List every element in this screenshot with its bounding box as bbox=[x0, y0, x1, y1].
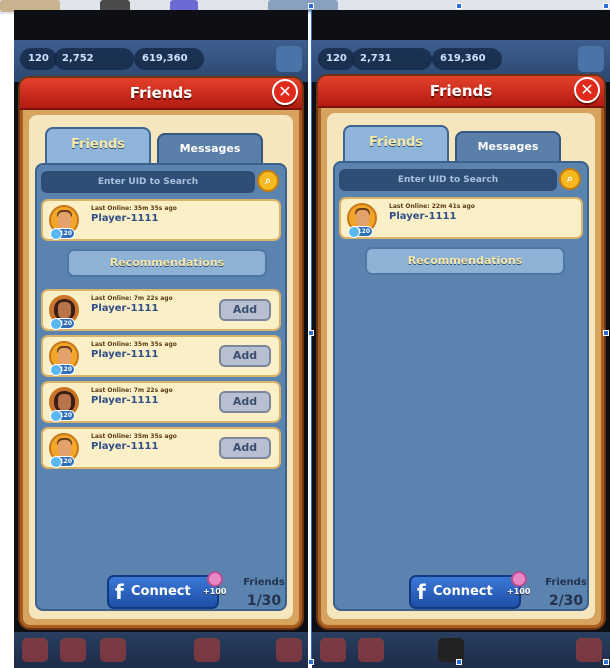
dialog-body: Friends Messages Enter UID to Search ⌕ 1… bbox=[29, 115, 293, 619]
level-pill: 120 bbox=[20, 48, 57, 70]
facebook-icon: f bbox=[417, 580, 426, 604]
player-name: Player-1111 bbox=[91, 349, 159, 360]
dialog-title: Friends bbox=[429, 82, 493, 100]
player-name: Player-1111 bbox=[91, 441, 159, 452]
friends-dialog: Friends ✕ Friends Messages Enter UID to … bbox=[318, 76, 604, 628]
resize-handle[interactable] bbox=[603, 330, 609, 336]
friends-count-label: Friends bbox=[545, 577, 587, 588]
add-friend-button[interactable]: Add bbox=[219, 299, 271, 321]
player-name: Player-1111 bbox=[91, 395, 159, 406]
friends-panel: Enter UID to Search ⌕ 120 Last Online: 3… bbox=[35, 163, 287, 611]
friends-panel: Enter UID to Search ⌕ 120 Last Online: 2… bbox=[333, 161, 589, 611]
tab-friends[interactable]: Friends bbox=[45, 127, 151, 163]
potion-icon bbox=[207, 571, 223, 587]
gems-pill: 2,752 bbox=[54, 48, 134, 70]
friends-count-label: Friends bbox=[243, 577, 285, 588]
gems-pill: 2,731 bbox=[352, 48, 432, 70]
resize-handle[interactable] bbox=[308, 659, 314, 665]
friends-dialog: Friends ✕ Friends Messages Enter UID to … bbox=[20, 78, 302, 628]
tab-friends[interactable]: Friends bbox=[343, 125, 449, 161]
dialog-body: Friends Messages Enter UID to Search ⌕ 1… bbox=[327, 113, 595, 619]
tab-messages[interactable]: Messages bbox=[455, 131, 561, 161]
screenshot-left: 120 2,752 619,360 Friends ✕ Friends Mess… bbox=[14, 10, 308, 668]
player-name: Player-1111 bbox=[91, 213, 159, 224]
resize-handle[interactable] bbox=[456, 659, 462, 665]
level-badge: 120 bbox=[50, 364, 75, 376]
search-icon[interactable]: ⌕ bbox=[257, 170, 279, 192]
dialog-title: Friends bbox=[129, 84, 193, 102]
close-icon[interactable]: ✕ bbox=[574, 77, 600, 103]
add-friend-button[interactable]: Add bbox=[219, 345, 271, 367]
add-friend-button[interactable]: Add bbox=[219, 391, 271, 413]
top-hud: 120 2,752 619,360 bbox=[14, 40, 308, 82]
resize-handle[interactable] bbox=[456, 3, 462, 9]
last-online-text: Last Online: 7m 22s ago bbox=[91, 295, 173, 302]
friends-count: 1/30 bbox=[246, 593, 282, 609]
facebook-connect-button[interactable]: f Connect bbox=[409, 575, 521, 609]
friend-card: 120 Last Online: 22m 41s ago Player-1111 bbox=[339, 197, 583, 239]
last-online-text: Last Online: 35m 35s ago bbox=[91, 341, 177, 348]
recommendation-card: 120 Last Online: 7m 22s ago Player-1111 … bbox=[41, 289, 281, 331]
last-online-text: Last Online: 7m 22s ago bbox=[91, 387, 173, 394]
screenshot-right: 120 2,731 619,360 Friends ✕ Friends Mess… bbox=[312, 10, 610, 668]
last-online-text: Last Online: 35m 35s ago bbox=[91, 205, 177, 212]
coins-pill: 619,360 bbox=[134, 48, 204, 70]
connect-bonus: +100 bbox=[203, 587, 227, 596]
connect-label: Connect bbox=[433, 584, 493, 599]
resize-handle[interactable] bbox=[308, 3, 314, 9]
level-pill: 120 bbox=[318, 48, 355, 70]
recommendation-card: 120 Last Online: 35m 35s ago Player-1111… bbox=[41, 427, 281, 469]
facebook-icon: f bbox=[115, 580, 124, 604]
level-badge: 120 bbox=[50, 228, 75, 240]
player-name: Player-1111 bbox=[389, 211, 457, 222]
last-online-text: Last Online: 35m 35s ago bbox=[91, 433, 177, 440]
connect-label: Connect bbox=[131, 584, 191, 599]
close-icon[interactable]: ✕ bbox=[272, 79, 298, 105]
coins-pill: 619,360 bbox=[432, 48, 502, 70]
potion-icon bbox=[511, 571, 527, 587]
player-name: Player-1111 bbox=[91, 303, 159, 314]
tab-messages[interactable]: Messages bbox=[157, 133, 263, 163]
level-badge: 120 bbox=[348, 226, 373, 238]
menu-icon[interactable] bbox=[578, 46, 604, 72]
friends-count: 2/30 bbox=[548, 593, 584, 609]
dialog-header: Friends ✕ bbox=[20, 78, 302, 110]
menu-icon[interactable] bbox=[276, 46, 302, 72]
resize-handle[interactable] bbox=[603, 659, 609, 665]
recommendations-button[interactable]: Recommendations bbox=[67, 249, 267, 277]
recommendation-card: 120 Last Online: 35m 35s ago Player-1111… bbox=[41, 335, 281, 377]
bottom-hud bbox=[14, 632, 308, 668]
recommendations-button[interactable]: Recommendations bbox=[365, 247, 565, 275]
level-badge: 120 bbox=[50, 410, 75, 422]
level-badge: 120 bbox=[50, 318, 75, 330]
search-input[interactable]: Enter UID to Search bbox=[41, 171, 255, 193]
level-badge: 120 bbox=[50, 456, 75, 468]
search-input[interactable]: Enter UID to Search bbox=[339, 169, 557, 191]
resize-handle[interactable] bbox=[308, 330, 314, 336]
search-icon[interactable]: ⌕ bbox=[559, 168, 581, 190]
connect-bonus: +100 bbox=[507, 587, 531, 596]
last-online-text: Last Online: 22m 41s ago bbox=[389, 203, 475, 210]
resize-handle[interactable] bbox=[603, 3, 609, 9]
dialog-header: Friends ✕ bbox=[318, 76, 604, 108]
recommendation-card: 120 Last Online: 7m 22s ago Player-1111 … bbox=[41, 381, 281, 423]
add-friend-button[interactable]: Add bbox=[219, 437, 271, 459]
friend-card: 120 Last Online: 35m 35s ago Player-1111 bbox=[41, 199, 281, 241]
